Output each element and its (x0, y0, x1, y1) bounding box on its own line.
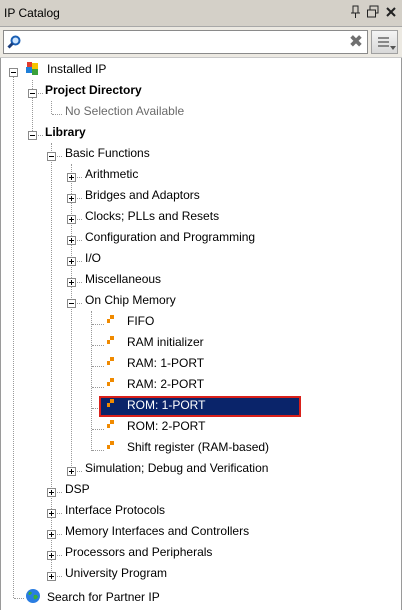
tree-item-memory-interfaces[interactable]: Memory Interfaces and Controllers (1, 520, 401, 541)
search-box[interactable]: ✖ (3, 30, 368, 54)
close-icon[interactable] (384, 5, 398, 19)
tree-item-shift-register[interactable]: Shift register (RAM-based) (1, 436, 401, 457)
tree-item-ram-1-port[interactable]: RAM: 1-PORT (1, 352, 401, 373)
tree-item-partner-ip[interactable]: Search for Partner IP (1, 586, 401, 607)
tree-label: Library (45, 125, 86, 139)
tree-item-project-directory[interactable]: Project Directory (1, 79, 401, 100)
tree-item-dsp[interactable]: DSP (1, 478, 401, 499)
tree-item-clocks[interactable]: Clocks; PLLs and Resets (1, 205, 401, 226)
tree-item-rom-2-port[interactable]: ROM: 2-PORT (1, 415, 401, 436)
tree-label: University Program (65, 566, 168, 580)
pin-icon[interactable] (349, 5, 363, 19)
tree-label: Interface Protocols (65, 503, 166, 517)
globe-icon (25, 588, 41, 604)
tree-label: Search for Partner IP (47, 590, 160, 604)
tree-label: I/O (85, 251, 102, 265)
tree-item-bridges[interactable]: Bridges and Adaptors (1, 184, 401, 205)
tree-item-library[interactable]: Library (1, 121, 401, 142)
tree-item-interface-protocols[interactable]: Interface Protocols (1, 499, 401, 520)
tree-label: Basic Functions (65, 146, 150, 160)
ip-core-icon (106, 440, 118, 452)
search-icon (7, 35, 21, 49)
tree-label: Installed IP (47, 62, 107, 76)
tree-item-fifo[interactable]: FIFO (1, 310, 401, 331)
tree-item-basic-functions[interactable]: Basic Functions (1, 142, 401, 163)
tree-label: Simulation; Debug and Verification (85, 461, 269, 475)
tree-item-ram-initializer[interactable]: RAM initializer (1, 331, 401, 352)
tree-label: Memory Interfaces and Controllers (65, 524, 250, 538)
tree-label: DSP (65, 482, 90, 496)
hamburger-menu-icon[interactable] (371, 30, 398, 54)
tree-label: Shift register (RAM-based) (127, 440, 270, 454)
panel-title: IP Catalog (4, 6, 60, 20)
tree-item-installed-ip[interactable]: Installed IP (1, 58, 401, 79)
tree-item-arithmetic[interactable]: Arithmetic (1, 163, 401, 184)
tree-item-simulation[interactable]: Simulation; Debug and Verification (1, 457, 401, 478)
ip-core-icon (106, 314, 118, 326)
tree-label: Arithmetic (85, 167, 139, 181)
ip-core-icon (106, 377, 118, 389)
ip-core-icon (106, 398, 118, 410)
tree-label: Miscellaneous (85, 272, 162, 286)
tree-item-rom-1-port[interactable]: ROM: 1-PORT (1, 394, 401, 415)
ip-core-icon (106, 419, 118, 431)
tree-item-ram-2-port[interactable]: RAM: 2-PORT (1, 373, 401, 394)
tree-item-university-program[interactable]: University Program (1, 562, 401, 583)
tree-label: Clocks; PLLs and Resets (85, 209, 220, 223)
tree-label: RAM: 2-PORT (127, 377, 205, 391)
ip-core-icon (106, 335, 118, 347)
tree-item-miscellaneous[interactable]: Miscellaneous (1, 268, 401, 289)
clear-icon[interactable]: ✖ (347, 32, 365, 52)
tree-item-processors[interactable]: Processors and Peripherals (1, 541, 401, 562)
tree-item-configuration[interactable]: Configuration and Programming (1, 226, 401, 247)
ip-catalog-tree: Installed IP Project Directory No Select… (0, 58, 402, 610)
panel-titlebar: IP Catalog (0, 0, 402, 27)
tree-label: Bridges and Adaptors (85, 188, 200, 202)
tree-label: Project Directory (45, 83, 142, 97)
tree-label: ROM: 1-PORT (127, 398, 206, 412)
restore-icon[interactable] (366, 5, 380, 19)
tree-item-on-chip-memory[interactable]: On Chip Memory (1, 289, 401, 310)
tree-item-io[interactable]: I/O (1, 247, 401, 268)
tree-label: Processors and Peripherals (65, 545, 213, 559)
tree-item-no-selection: No Selection Available (1, 100, 401, 121)
ip-core-icon (106, 356, 118, 368)
tree-label: FIFO (127, 314, 155, 328)
tree-label: RAM: 1-PORT (127, 356, 205, 370)
tree-label: On Chip Memory (85, 293, 176, 307)
search-row: ✖ (0, 27, 402, 58)
tree-label: ROM: 2-PORT (127, 419, 206, 433)
search-input[interactable] (24, 33, 344, 51)
tree-label: Configuration and Programming (85, 230, 256, 244)
tree-label: RAM initializer (127, 335, 204, 349)
tree-label: No Selection Available (65, 104, 185, 118)
